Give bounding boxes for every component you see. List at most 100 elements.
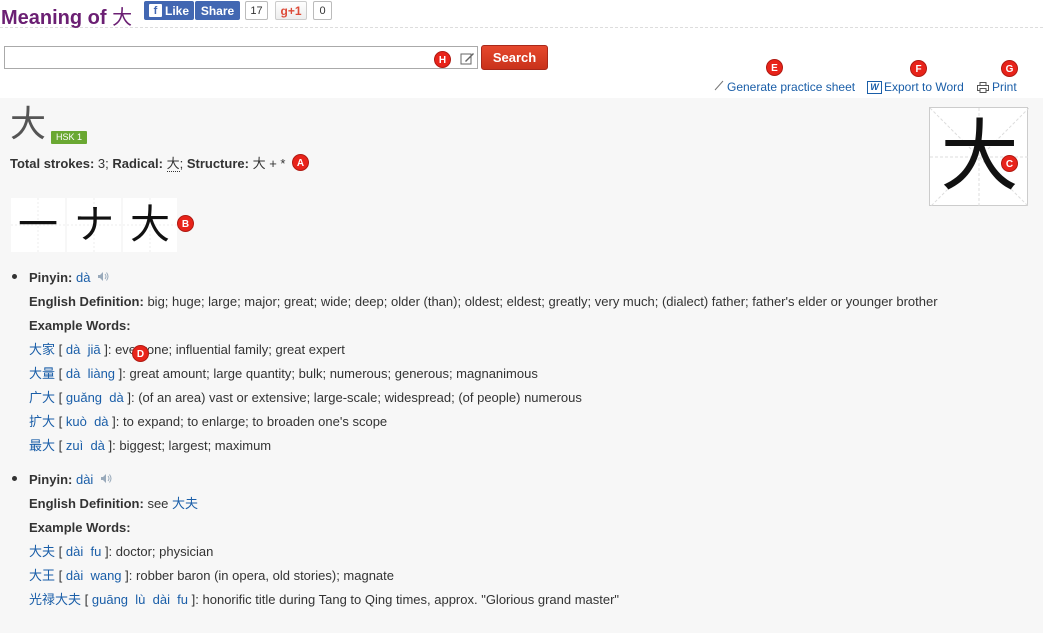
example-word[interactable]: 广大 bbox=[29, 391, 55, 406]
example-word[interactable]: 光禄大夫 bbox=[29, 593, 81, 608]
example-pinyin: dài fu bbox=[65, 544, 102, 559]
list-bullet bbox=[12, 476, 17, 481]
example-meaning: to expand; to enlarge; to broaden one's … bbox=[123, 414, 388, 429]
speaker-icon[interactable] bbox=[100, 472, 112, 490]
bracket-open: [ bbox=[58, 568, 63, 583]
pinyin-label: Pinyin: bbox=[29, 472, 73, 487]
structure-label: Structure: bbox=[186, 156, 249, 171]
definition-line: English Definition: see 大夫 bbox=[29, 495, 198, 513]
list-bullet bbox=[12, 274, 17, 279]
bracket-open: [ bbox=[58, 414, 63, 429]
pinyin-line: Pinyin: dà bbox=[29, 269, 109, 287]
example-pinyin: guǎng dà bbox=[65, 390, 124, 405]
example-pinyin: zuì dà bbox=[65, 438, 105, 453]
definition-link[interactable]: 大夫 bbox=[172, 497, 198, 512]
search-bar: H Search E Generate practice sheet F W E… bbox=[0, 28, 1043, 98]
pinyin-label: Pinyin: bbox=[29, 270, 73, 285]
main-content: 大 HSK 1 Total strokes: 3; Radical: 大; St… bbox=[0, 98, 1043, 633]
example-pinyin: kuò dà bbox=[65, 414, 109, 429]
print-link[interactable]: Print bbox=[977, 80, 1017, 94]
definition-line: English Definition: big; huge; large; ma… bbox=[29, 293, 938, 311]
bracket-close: ]: bbox=[125, 568, 133, 583]
marker-a: A bbox=[292, 154, 309, 171]
structure-value: 大 + * bbox=[252, 156, 286, 171]
example-meaning: doctor; physician bbox=[115, 544, 214, 559]
generate-practice-sheet-link[interactable]: Generate practice sheet bbox=[714, 80, 855, 94]
bracket-open: [ bbox=[58, 544, 63, 559]
bracket-close: ]: bbox=[112, 414, 120, 429]
pinyin-value[interactable]: dài bbox=[76, 472, 93, 487]
export-to-word-link[interactable]: W Export to Word bbox=[867, 80, 964, 94]
page-title: Meaning of 大 bbox=[1, 1, 132, 30]
examples-heading: Example Words: bbox=[29, 519, 131, 537]
example-row: 大王 [ dài wang ]: robber baron (in opera,… bbox=[29, 567, 394, 585]
word-icon: W bbox=[867, 80, 882, 94]
example-pinyin: dà liàng bbox=[65, 366, 116, 381]
example-row: 光禄大夫 [ guāng lù dài fu ]: honorific titl… bbox=[29, 591, 619, 609]
page-title-char: 大 bbox=[112, 5, 133, 29]
pen-icon bbox=[714, 80, 724, 94]
character-heading: 大 bbox=[10, 104, 47, 145]
bracket-open: [ bbox=[58, 438, 63, 453]
search-button[interactable]: Search bbox=[481, 45, 548, 70]
examples-label: Example Words: bbox=[29, 318, 131, 333]
example-word[interactable]: 大量 bbox=[29, 367, 55, 382]
strokes-value: 3; bbox=[97, 156, 109, 171]
facebook-like-button[interactable]: f Like bbox=[144, 1, 195, 20]
definition-label: English Definition: bbox=[29, 294, 144, 309]
marker-f: F bbox=[910, 60, 927, 77]
facebook-icon: f bbox=[149, 4, 162, 17]
export-word-label: Export to Word bbox=[884, 80, 964, 94]
marker-h: H bbox=[434, 51, 451, 68]
strokes-label: Total strokes: bbox=[10, 156, 95, 171]
bracket-close: ]: bbox=[104, 342, 112, 357]
pinyin-value[interactable]: dà bbox=[76, 270, 90, 285]
marker-b: B bbox=[177, 215, 194, 232]
search-input[interactable] bbox=[4, 46, 478, 69]
marker-c: C bbox=[1001, 155, 1018, 172]
like-label: Like bbox=[165, 3, 190, 18]
bracket-open: [ bbox=[58, 342, 63, 357]
like-count: 17 bbox=[245, 1, 268, 20]
example-word[interactable]: 大家 bbox=[29, 343, 55, 358]
example-word[interactable]: 最大 bbox=[29, 439, 55, 454]
bracket-close: ]: bbox=[118, 366, 126, 381]
stroke-order-step-3: 大 bbox=[123, 198, 177, 252]
example-row: 最大 [ zuì dà ]: biggest; largest; maximum bbox=[29, 437, 271, 455]
stroke-glyph: 大 bbox=[130, 202, 170, 248]
example-row: 大家 [ dà jiā ]: everyone; influential fam… bbox=[29, 341, 345, 359]
example-pinyin: dà jiā bbox=[65, 342, 101, 357]
example-meaning: great amount; large quantity; bulk; nume… bbox=[129, 366, 538, 381]
handwriting-icon[interactable] bbox=[460, 51, 475, 65]
bracket-open: [ bbox=[58, 390, 63, 405]
example-meaning: biggest; largest; maximum bbox=[119, 438, 272, 453]
google-plus-button[interactable]: g+1 bbox=[275, 1, 307, 20]
example-meaning: robber baron (in opera, old stories); ma… bbox=[136, 568, 395, 583]
character-info: Total strokes: 3; Radical: 大; Structure:… bbox=[10, 156, 286, 172]
example-pinyin: guāng lù dài fu bbox=[91, 592, 189, 607]
stroke-order-step-1: 一 bbox=[11, 198, 65, 252]
speaker-icon[interactable] bbox=[97, 270, 109, 288]
example-row: 广大 [ guǎng dà ]: (of an area) vast or ex… bbox=[29, 389, 582, 407]
example-meaning: (of an area) vast or extensive; large-sc… bbox=[138, 390, 582, 405]
examples-label: Example Words: bbox=[29, 520, 131, 535]
examples-heading: Example Words: bbox=[29, 317, 131, 335]
printer-icon bbox=[977, 81, 989, 93]
example-word[interactable]: 大王 bbox=[29, 569, 55, 584]
example-meaning: everyone; influential family; great expe… bbox=[115, 342, 345, 357]
example-word[interactable]: 大夫 bbox=[29, 545, 55, 560]
marker-g: G bbox=[1001, 60, 1018, 77]
hsk-badge: HSK 1 bbox=[51, 131, 88, 144]
stroke-glyph: ナ bbox=[74, 202, 114, 248]
gplus-count: 0 bbox=[313, 1, 332, 20]
facebook-share-button[interactable]: Share bbox=[195, 1, 240, 20]
print-label: Print bbox=[992, 80, 1017, 94]
example-pinyin: dài wang bbox=[65, 568, 122, 583]
radical-value[interactable]: 大 bbox=[166, 156, 180, 172]
marker-d: D bbox=[132, 345, 149, 362]
radical-label: Radical: bbox=[112, 156, 163, 171]
example-word[interactable]: 扩大 bbox=[29, 415, 55, 430]
stroke-order-step-2: ナ bbox=[67, 198, 121, 252]
bracket-close: ]: bbox=[108, 438, 116, 453]
practice-sheet-label: Generate practice sheet bbox=[727, 80, 856, 94]
